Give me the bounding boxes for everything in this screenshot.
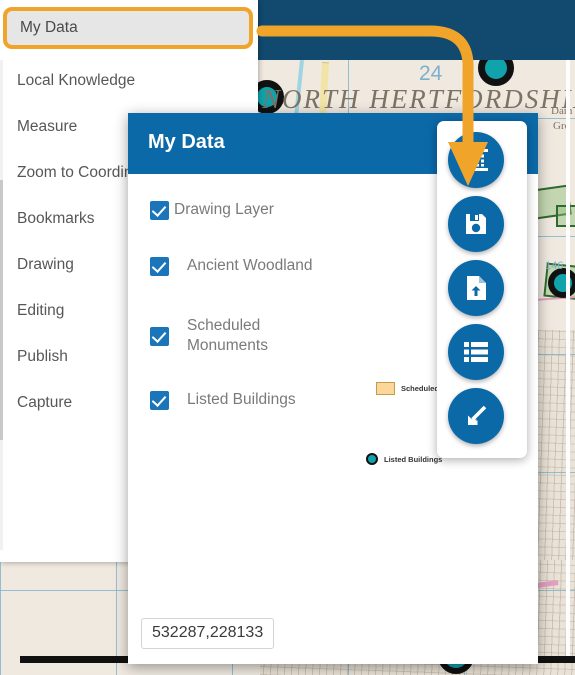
- layer-checkbox-scheduled-monuments[interactable]: [150, 326, 169, 346]
- layer-checkbox-drawing-layer[interactable]: [150, 200, 169, 220]
- layer-row[interactable]: Scheduled Monuments: [150, 316, 320, 357]
- save-button[interactable]: [448, 196, 504, 252]
- menu-item-label: Bookmarks: [17, 210, 95, 227]
- save-icon: [464, 212, 488, 236]
- coordinate-readout: 532287,228133: [141, 618, 275, 649]
- menu-item-label: Capture: [17, 394, 73, 411]
- file-upload-button[interactable]: [448, 260, 504, 316]
- menu-item-label: My Data: [20, 19, 78, 36]
- menu-item-local-knowledge[interactable]: Local Knowledge: [0, 58, 258, 104]
- layer-label: Ancient Woodland: [187, 257, 313, 274]
- menu-item-label: Publish: [17, 348, 68, 365]
- layer-label: Listed Buildings: [187, 391, 296, 408]
- layer-checkbox-listed-buildings[interactable]: [150, 390, 169, 410]
- layer-label: Scheduled Monuments: [187, 317, 268, 355]
- menu-item-label: Drawing: [17, 256, 74, 273]
- attribute-table-icon: [463, 148, 489, 172]
- legend-label: Listed Buildings: [384, 454, 443, 464]
- point-swatch-icon: [366, 453, 378, 465]
- collapse-button[interactable]: [448, 388, 504, 444]
- menu-item-label: Editing: [17, 302, 65, 319]
- list-icon: [464, 342, 488, 362]
- layer-checkbox-ancient-woodland[interactable]: [150, 256, 169, 276]
- map-tools-toolbar: [437, 121, 527, 458]
- map-grid-number: 24: [419, 62, 443, 85]
- list-button[interactable]: [448, 324, 504, 380]
- layer-label: Drawing Layer: [174, 201, 274, 218]
- map-right-frame: [566, 60, 570, 660]
- collapse-arrow-icon: [464, 404, 488, 428]
- attribute-table-button[interactable]: [448, 132, 504, 188]
- file-upload-icon: [465, 275, 487, 301]
- menu-item-label: Local Knowledge: [17, 72, 136, 89]
- my-data-panel-title: My Data: [148, 131, 225, 153]
- map-label-region: NORTH HERTFORDSHIRE: [262, 84, 575, 114]
- menu-item-my-data[interactable]: My Data: [3, 7, 253, 49]
- menu-item-label: Measure: [17, 118, 78, 135]
- layer-legend-listed-buildings: Listed Buildings: [366, 453, 442, 465]
- application-window: NORTH HERTFORDSHIRE Dam Gre 24 146 My Da…: [0, 0, 575, 675]
